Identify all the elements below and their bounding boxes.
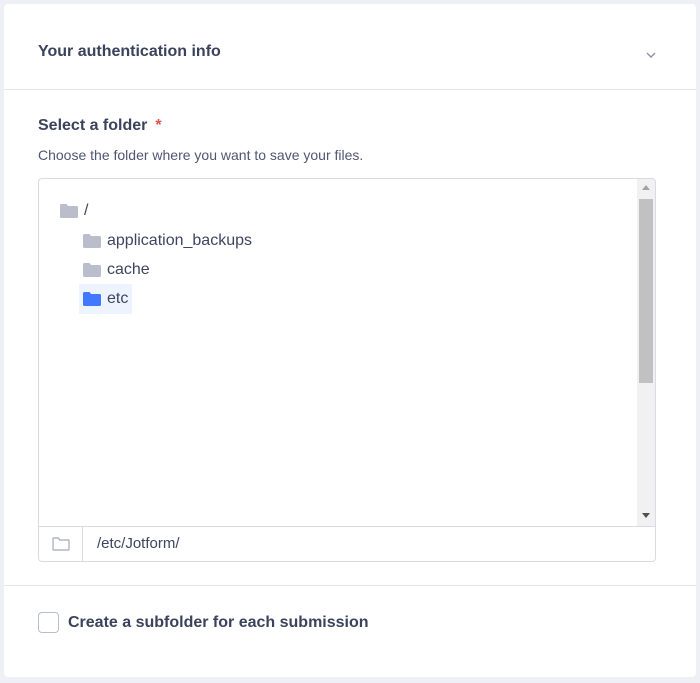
path-icon-cell: [39, 527, 83, 561]
required-asterisk: *: [155, 117, 162, 134]
auth-info-section-header[interactable]: Your authentication info: [4, 4, 696, 90]
selected-path-bar: [39, 526, 655, 561]
tree-item-label: cache: [107, 261, 150, 278]
tree-item-etc[interactable]: etc: [79, 284, 133, 314]
folder-icon: [83, 263, 101, 277]
folder-icon: [60, 204, 78, 218]
tree-scrollbar[interactable]: [637, 179, 655, 526]
select-folder-label-text: Select a folder: [38, 117, 148, 134]
folder-tree-box: / application_backups cache etc: [38, 178, 656, 562]
subfolder-checkbox[interactable]: [38, 612, 59, 633]
scroll-down-arrow-icon[interactable]: [642, 513, 650, 518]
subfolder-option[interactable]: Create a subfolder for each submission: [38, 612, 369, 633]
folder-outline-icon: [52, 537, 70, 551]
folder-icon: [83, 234, 101, 248]
select-folder-label: Select a folder *: [38, 117, 162, 135]
subfolder-checkbox-label[interactable]: Create a subfolder for each submission: [68, 614, 369, 632]
scroll-up-arrow-icon[interactable]: [642, 185, 650, 190]
folder-icon: [83, 292, 101, 306]
folder-tree: / application_backups cache etc: [39, 179, 637, 526]
scrollbar-thumb[interactable]: [639, 199, 653, 383]
tree-item-label: application_backups: [107, 232, 252, 249]
tree-item-label: /: [84, 202, 89, 219]
chevron-down-icon[interactable]: [644, 48, 658, 62]
auth-info-title: Your authentication info: [38, 43, 221, 60]
tree-item-application-backups[interactable]: application_backups: [83, 226, 252, 256]
tree-item-label: etc: [107, 290, 129, 307]
integration-settings-card: Your authentication info Select a folder…: [4, 4, 696, 677]
tree-item-cache[interactable]: cache: [83, 255, 150, 285]
tree-item-root[interactable]: /: [60, 196, 88, 226]
folder-path-input[interactable]: [97, 535, 637, 552]
section-divider: [4, 585, 696, 586]
select-folder-description: Choose the folder where you want to save…: [38, 147, 364, 163]
